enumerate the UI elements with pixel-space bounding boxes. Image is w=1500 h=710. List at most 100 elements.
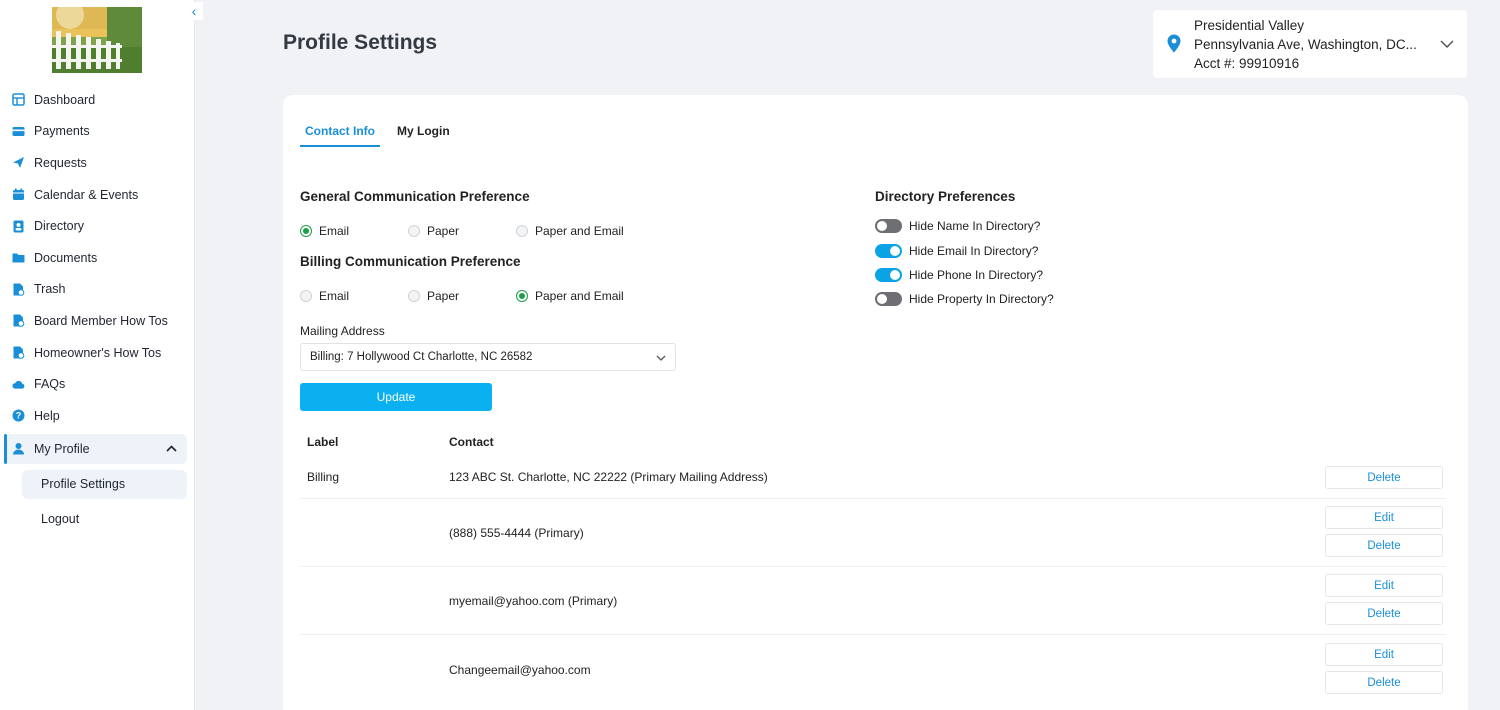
radio-label: Email — [319, 289, 350, 303]
delete-button[interactable]: Delete — [1325, 466, 1443, 489]
tab-my-login[interactable]: My Login — [392, 122, 455, 147]
hide-phone-toggle[interactable] — [875, 268, 902, 282]
sidebar-item-directory[interactable]: Directory — [0, 210, 195, 242]
radio-dot — [516, 225, 528, 237]
account-address: Pennsylvania Ave, Washington, DC... — [1194, 37, 1417, 52]
table-row: (888) 555-4444 (Primary) Edit Delete — [300, 499, 1446, 567]
directory-hide-phone: Hide Phone In Directory? — [875, 268, 1043, 282]
profile-settings-panel: Contact Info My Login General Communicat… — [283, 95, 1468, 710]
chevron-up-icon — [166, 443, 177, 455]
account-number: Acct #: 99910916 — [1194, 56, 1300, 71]
hide-name-toggle[interactable] — [875, 219, 902, 233]
radio-dot — [516, 290, 528, 302]
row-contact: 123 ABC St. Charlotte, NC 22222 (Primary… — [449, 470, 768, 484]
sidebar-item-trash[interactable]: Trash — [0, 274, 195, 306]
chevron-left-icon: ‹ — [191, 3, 197, 19]
delete-button[interactable]: Delete — [1325, 534, 1443, 557]
folder-icon — [12, 251, 25, 264]
account-name: Presidential Valley — [1194, 18, 1305, 33]
billing-radio-email[interactable]: Email — [300, 289, 408, 303]
billing-preference-title: Billing Communication Preference — [300, 254, 521, 269]
toggle-label: Hide Email In Directory? — [909, 244, 1039, 258]
directory-hide-property: Hide Property In Directory? — [875, 292, 1054, 306]
mailing-address-value: Billing: 7 Hollywood Ct Charlotte, NC 26… — [310, 351, 533, 363]
collapse-sidebar-button[interactable]: ‹ — [185, 2, 203, 20]
mailing-address-label: Mailing Address — [300, 324, 385, 338]
row-contact: (888) 555-4444 (Primary) — [449, 526, 584, 540]
edit-button[interactable]: Edit — [1325, 506, 1443, 529]
table-row: Billing 123 ABC St. Charlotte, NC 22222 … — [300, 461, 1446, 499]
radio-label: Paper and Email — [535, 289, 624, 303]
row-label: Billing — [307, 470, 340, 484]
dashboard-icon — [12, 93, 25, 107]
sidebar-item-my-profile[interactable]: My Profile — [4, 433, 187, 464]
sidebar-item-requests[interactable]: Requests — [0, 147, 195, 179]
profile-tabs: Contact Info My Login — [300, 122, 467, 147]
row-contact: myemail@yahoo.com (Primary) — [449, 594, 618, 608]
page-title: Profile Settings — [283, 31, 438, 54]
chevron-down-icon — [656, 353, 666, 365]
directory-hide-name: Hide Name In Directory? — [875, 219, 1040, 233]
general-preference-options: Email Paper Paper and Email — [300, 224, 646, 238]
sidebar-subitem-logout[interactable]: Logout — [22, 505, 187, 534]
toggle-label: Hide Phone In Directory? — [909, 268, 1044, 282]
directory-preferences-title: Directory Preferences — [875, 189, 1016, 204]
radio-label: Paper — [427, 224, 460, 238]
sidebar-item-label: FAQs — [34, 377, 66, 392]
sidebar-item-homeowners-how-tos[interactable]: Homeowner's How Tos — [0, 337, 195, 369]
billing-radio-paper-and-email[interactable]: Paper and Email — [516, 289, 646, 303]
sidebar-item-label: Homeowner's How Tos — [34, 345, 162, 360]
edit-button[interactable]: Edit — [1325, 574, 1443, 597]
cloud-icon — [12, 378, 25, 391]
radio-dot — [408, 290, 420, 302]
tab-contact-info[interactable]: Contact Info — [300, 122, 380, 147]
general-radio-paper-and-email[interactable]: Paper and Email — [516, 224, 646, 238]
send-icon — [12, 156, 25, 169]
credit-card-icon — [12, 125, 25, 138]
delete-button[interactable]: Delete — [1325, 671, 1443, 694]
column-header-contact: Contact — [449, 435, 494, 449]
help-icon: ? — [12, 409, 25, 422]
radio-dot — [300, 290, 312, 302]
general-radio-paper[interactable]: Paper — [408, 224, 516, 238]
sidebar-subitem-profile-settings[interactable]: Profile Settings — [22, 469, 187, 499]
update-button[interactable]: Update — [300, 383, 492, 411]
hide-email-toggle[interactable] — [875, 244, 902, 258]
general-radio-email[interactable]: Email — [300, 224, 408, 238]
table-row: Changeemail@yahoo.com Edit Delete — [300, 635, 1446, 705]
sidebar-item-label: Directory — [34, 219, 85, 234]
sidebar-item-label: Calendar & Events — [34, 187, 139, 202]
radio-label: Email — [319, 224, 350, 238]
column-header-label: Label — [307, 435, 339, 449]
billing-preference-options: Email Paper Paper and Email — [300, 289, 646, 303]
radio-label: Paper — [427, 289, 460, 303]
sidebar-item-label: Dashboard — [34, 92, 96, 107]
document-icon — [12, 346, 25, 359]
contacts-icon — [12, 220, 25, 233]
sidebar-subitem-label: Profile Settings — [41, 477, 126, 492]
sidebar-item-faqs[interactable]: FAQs — [0, 368, 195, 400]
sidebar-subitem-label: Logout — [41, 512, 80, 527]
table-row: myemail@yahoo.com (Primary) Edit Delete — [300, 567, 1446, 635]
delete-button[interactable]: Delete — [1325, 602, 1443, 625]
sidebar: ‹ Dashboard Payments Requests Calendar &… — [0, 0, 203, 710]
sidebar-item-dashboard[interactable]: Dashboard — [0, 84, 195, 116]
edit-button[interactable]: Edit — [1325, 643, 1443, 666]
sidebar-item-payments[interactable]: Payments — [0, 116, 195, 148]
sidebar-item-label: Board Member How Tos — [34, 313, 168, 328]
sidebar-item-label: Payments — [34, 124, 90, 139]
hide-property-toggle[interactable] — [875, 292, 902, 306]
mailing-address-select[interactable]: Billing: 7 Hollywood Ct Charlotte, NC 26… — [300, 343, 676, 371]
location-pin-icon — [1167, 34, 1181, 58]
account-selector[interactable]: Presidential Valley Pennsylvania Ave, Wa… — [1153, 10, 1467, 78]
toggle-label: Hide Name In Directory? — [909, 219, 1041, 233]
sidebar-item-calendar[interactable]: Calendar & Events — [0, 179, 195, 211]
sidebar-item-help[interactable]: ? Help — [0, 400, 195, 432]
sidebar-item-board-member-how-tos[interactable]: Board Member How Tos — [0, 305, 195, 337]
billing-radio-paper[interactable]: Paper — [408, 289, 516, 303]
document-icon — [12, 283, 25, 296]
radio-dot — [408, 225, 420, 237]
sidebar-item-label: Documents — [34, 250, 98, 265]
sidebar-item-documents[interactable]: Documents — [0, 242, 195, 274]
sidebar-nav: Dashboard Payments Requests Calendar & E… — [0, 84, 195, 534]
